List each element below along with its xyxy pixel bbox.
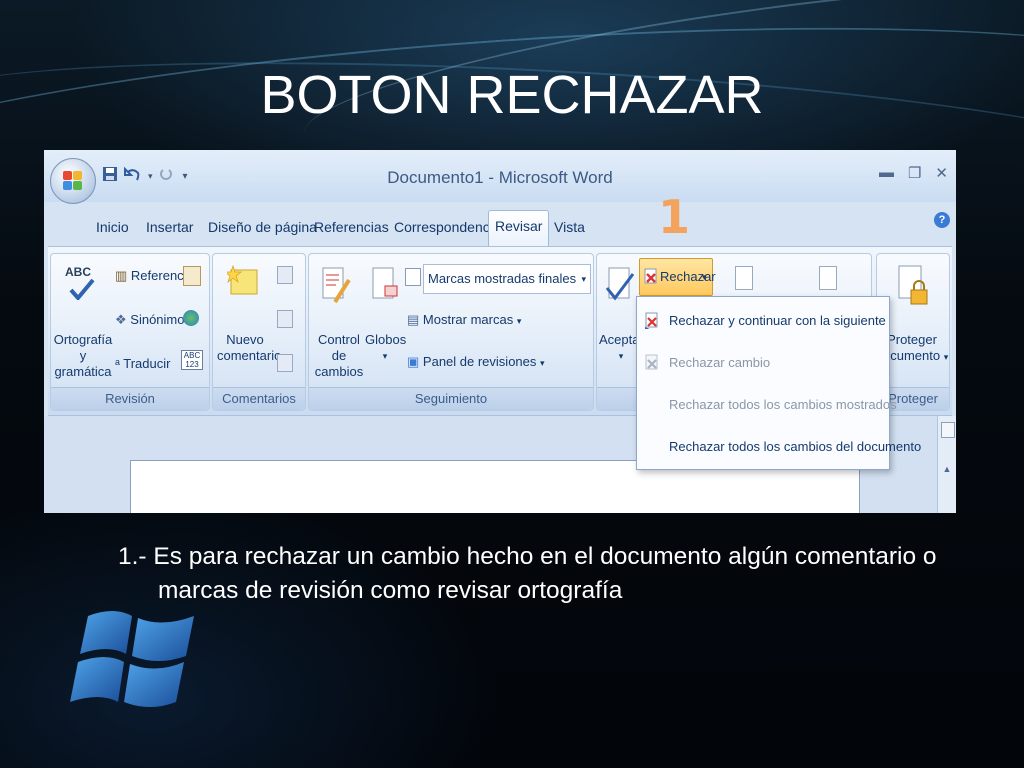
sinonimos-label: Sinónimos [130, 312, 191, 327]
rechazar-label: Rechazar [660, 269, 716, 284]
mostrar-marcas-button[interactable]: ▤ Mostrar marcas ▾ [407, 312, 521, 329]
research-icon[interactable] [183, 266, 201, 286]
panel-label: Panel de revisiones [422, 354, 537, 369]
marcas-select-value: Marcas mostradas finales [428, 271, 577, 286]
globos-label: Globos [365, 332, 407, 347]
books-icon: ▥ [115, 268, 128, 283]
control-label-1: Control de [318, 332, 360, 363]
globos-button[interactable]: Globos ▾ [365, 332, 407, 364]
show-markup-icon: ▤ [407, 312, 420, 327]
tab-vista[interactable]: Vista [548, 212, 591, 242]
menu-item-label: Rechazar cambio [669, 355, 771, 370]
balloons-icon [372, 267, 398, 299]
track-changes-icon [322, 267, 351, 304]
lock-document-icon [898, 265, 928, 305]
title-bar: ▾ ▾ Documento1 - Microsoft Word ▬ ❐ ✕ [44, 150, 956, 204]
group-comentarios: Nuevo comentario Comentarios [212, 253, 306, 411]
control-label-2-text: cambios [314, 364, 364, 379]
new-comment-icon [227, 264, 258, 295]
group-seguimiento: Control de cambios ▾ Globos ▾ Marcas mos… [308, 253, 594, 411]
chevron-down-icon: ▾ [516, 316, 522, 326]
bullet-text: 1.- Es para rechazar un cambio hecho en … [118, 543, 937, 604]
vertical-scrollbar[interactable]: ▲ [937, 416, 956, 513]
rechazar-dropdown-menu: Rechazar y continuar con la siguiente Re… [636, 296, 921, 470]
nuevo-comentario-button[interactable]: Nuevo comentario [217, 332, 282, 364]
group-label-seguimiento: Seguimiento [309, 387, 593, 410]
annotation-marker: 1 [658, 190, 691, 244]
spelling-label-1: Ortografía [53, 332, 113, 347]
group-revision: ABC Ortografía y gramática ▥ Referencia … [50, 253, 210, 411]
chevron-down-icon: ▾ [540, 358, 545, 368]
menu-item-label: Rechazar todos los cambios mostrados [669, 397, 897, 412]
chevron-down-icon: ▾ [943, 352, 949, 362]
group-label-revision: Revisión [51, 387, 209, 410]
reject-next-icon [645, 312, 658, 329]
restore-icon[interactable]: ❐ [908, 164, 921, 182]
window-controls: ▬ ❐ ✕ [879, 164, 948, 182]
display-review-icon [405, 268, 421, 286]
panel-revisiones-button[interactable]: ▣ Panel de revisiones ▾ [407, 354, 545, 371]
reject-change-icon [645, 354, 658, 370]
previous-change-icon[interactable] [735, 266, 753, 290]
chevron-down-icon: ▾ [382, 351, 388, 361]
referencia-button[interactable]: ▥ Referencia [115, 268, 194, 284]
close-icon[interactable]: ✕ [935, 164, 948, 182]
slide-title: BOTON RECHAZAR [260, 65, 764, 125]
tab-referencias[interactable]: Referencias [308, 212, 395, 242]
nuevo-label-1: Nuevo [226, 332, 264, 347]
delete-comment-icon[interactable] [277, 266, 293, 284]
traducir-label: Traducir [123, 356, 171, 371]
reject-icon [644, 268, 657, 284]
menu-item-rechazar-mostrados[interactable]: Rechazar todos los cambios mostrados [637, 385, 897, 425]
tab-revisar[interactable]: Revisar [488, 210, 550, 247]
compare-icon[interactable] [819, 266, 837, 290]
checkmark-icon [69, 278, 95, 300]
menu-item-rechazar-cambio[interactable]: Rechazar cambio [637, 343, 889, 383]
traducir-button[interactable]: ᵃ Traducir [115, 356, 170, 372]
word-count-icon[interactable]: ABC 123 [181, 350, 203, 370]
word-screenshot: ▾ ▾ Documento1 - Microsoft Word ▬ ❐ ✕ In… [44, 150, 956, 513]
sinonimos-button[interactable]: ❖ Sinónimos [115, 312, 191, 328]
scroll-up-icon[interactable]: ▲ [941, 464, 953, 478]
windows-logo-icon [70, 611, 194, 707]
help-icon[interactable]: ? [934, 212, 950, 228]
menu-item-label: Rechazar y continuar con la siguiente [669, 313, 886, 328]
chevron-down-icon: ▾ [702, 272, 707, 282]
next-comment-icon[interactable] [277, 354, 293, 372]
menu-item-rechazar-documento[interactable]: Rechazar todos los cambios del documento [637, 427, 921, 467]
reviewing-pane-icon: ▣ [407, 354, 420, 369]
translation-tip-icon[interactable] [183, 310, 199, 326]
mostrar-marcas-label: Mostrar marcas [422, 312, 514, 327]
thesaurus-icon: ❖ [115, 312, 127, 327]
tab-diseno-pagina[interactable]: Diseño de página [202, 212, 323, 242]
ribbon-tabs: Inicio Insertar Diseño de página Referen… [44, 206, 956, 248]
spelling-label-2: y gramática [54, 348, 112, 379]
minimize-icon[interactable]: ▬ [879, 164, 894, 182]
chevron-down-icon: ▾ [581, 274, 586, 284]
window-title: Documento1 - Microsoft Word [387, 168, 613, 187]
tab-insertar[interactable]: Insertar [140, 212, 199, 242]
rechazar-button[interactable]: Rechazar ▾ [639, 258, 716, 296]
accept-icon [605, 267, 635, 301]
ruler-toggle-icon[interactable] [941, 422, 955, 438]
nuevo-label-2: comentario [217, 348, 282, 363]
group-label-comentarios: Comentarios [213, 387, 305, 410]
menu-item-label: Rechazar todos los cambios del documento [669, 439, 922, 454]
spelling-button[interactable]: Ortografía y gramática [53, 332, 113, 380]
menu-item-rechazar-continuar[interactable]: Rechazar y continuar con la siguiente [637, 301, 889, 341]
previous-comment-icon[interactable] [277, 310, 293, 328]
tab-inicio[interactable]: Inicio [90, 212, 135, 242]
marcas-select[interactable]: Marcas mostradas finales ▾ [423, 264, 591, 294]
translate-icon: ᵃ [115, 356, 120, 371]
